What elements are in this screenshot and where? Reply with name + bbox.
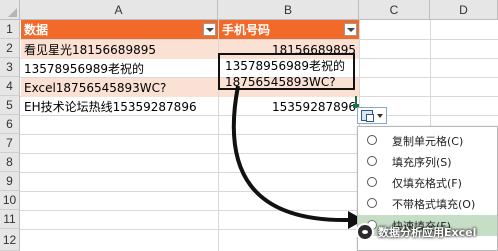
menu-item-label: 不带格式填充(O) xyxy=(392,197,476,211)
row-header-4[interactable]: 4 xyxy=(0,77,20,96)
filter-dropdown-icon[interactable] xyxy=(203,23,216,36)
menu-item-label: 复制单元格(C) xyxy=(392,134,464,148)
row-header-11[interactable]: 11 xyxy=(0,210,20,229)
row-header-1[interactable]: 1 xyxy=(0,20,20,39)
radio-icon xyxy=(367,156,377,166)
select-all-corner[interactable] xyxy=(0,0,20,20)
filter-dropdown-icon[interactable] xyxy=(344,23,357,36)
cell-b1[interactable]: 手机号码 xyxy=(219,20,359,39)
row-header-9[interactable]: 9 xyxy=(0,172,20,191)
radio-icon xyxy=(367,177,377,187)
watermark-text: 数据分析应用Excel xyxy=(378,226,477,239)
cell-a2[interactable]: 看见星光18156689895 xyxy=(21,40,218,59)
menu-item-fill-formatting-only[interactable]: 仅填充格式(F) xyxy=(358,172,497,193)
spreadsheet: A B C D 1 2 3 4 5 6 7 8 9 10 11 12 数据 手机… xyxy=(0,0,498,251)
row-header-10[interactable]: 10 xyxy=(0,191,20,210)
header-label-phone: 手机号码 xyxy=(222,23,271,37)
cell-b3[interactable]: 13578956989老祝的 xyxy=(225,57,345,74)
chevron-down-icon xyxy=(377,113,383,118)
cell-a1[interactable]: 数据 xyxy=(21,20,218,39)
fill-options-icon xyxy=(361,110,374,122)
row-header-3[interactable]: 3 xyxy=(0,58,20,77)
cell-b4[interactable]: 18756545893WC? xyxy=(225,75,336,89)
column-header-d[interactable]: D xyxy=(430,0,498,20)
cell-b5[interactable]: 15359287896 xyxy=(219,97,359,116)
menu-item-label: 仅填充格式(F) xyxy=(392,176,462,190)
auto-fill-options-button[interactable] xyxy=(357,107,387,124)
wechat-icon xyxy=(356,223,374,241)
row-header-12[interactable]: 12 xyxy=(0,229,20,251)
cell-a5[interactable]: EH技术论坛热线15359287896 xyxy=(21,97,218,116)
column-header-c[interactable]: C xyxy=(359,0,430,20)
row-header-7[interactable]: 7 xyxy=(0,134,20,153)
row-header-6[interactable]: 6 xyxy=(0,115,20,134)
radio-icon xyxy=(367,135,377,145)
menu-item-label: 填充序列(S) xyxy=(392,155,452,169)
cell-a3[interactable]: 13578956989老祝的 xyxy=(21,59,218,78)
menu-item-copy-cells[interactable]: 复制单元格(C) xyxy=(358,130,497,151)
header-label-data: 数据 xyxy=(24,23,49,37)
cell-a4[interactable]: Excel18756545893WC? xyxy=(21,78,218,97)
column-header-a[interactable]: A xyxy=(20,0,218,20)
menu-item-fill-series[interactable]: 填充序列(S) xyxy=(358,151,497,172)
column-header-b[interactable]: B xyxy=(218,0,359,20)
radio-icon xyxy=(367,198,377,208)
row-header-5[interactable]: 5 xyxy=(0,96,20,115)
watermark: 数据分析应用Excel xyxy=(356,220,476,244)
row-header-2[interactable]: 2 xyxy=(0,39,20,58)
menu-item-fill-without-formatting[interactable]: 不带格式填充(O) xyxy=(358,193,497,214)
row-header-8[interactable]: 8 xyxy=(0,153,20,172)
